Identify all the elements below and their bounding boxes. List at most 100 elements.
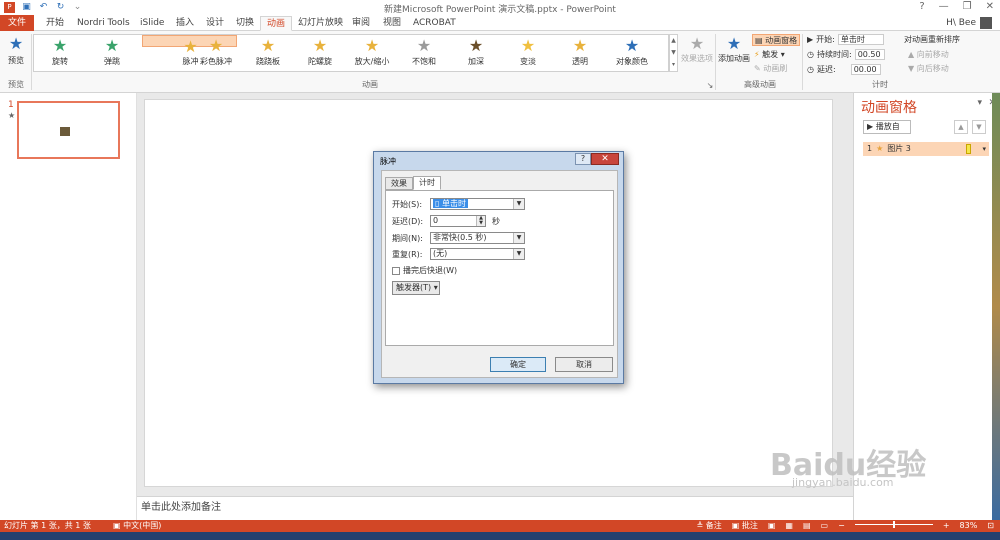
start-row: ▶ 开始: 单击时 [807, 34, 884, 45]
slideshow-view-icon[interactable]: ▭ [821, 520, 829, 532]
add-animation-button[interactable]: ★ 添加动画 [718, 35, 750, 64]
tab-animations[interactable]: 动画 [260, 16, 293, 31]
avatar [980, 17, 992, 29]
move-later-button[interactable]: ▼ 向后移动 [906, 63, 951, 75]
move-later-label: 向后移动 [916, 64, 949, 73]
language-label: 中文(中国) [123, 521, 162, 530]
slide-thumbnail[interactable] [17, 101, 120, 159]
gallery-item[interactable]: ★ 放大/缩小 [350, 35, 394, 71]
tab-nordri-tools[interactable]: Nordri Tools [71, 16, 136, 31]
tab-transitions[interactable]: 切换 [230, 16, 260, 31]
chevron-down-icon[interactable]: ▾ [982, 142, 986, 156]
effect-options-button[interactable]: ★ 效果选项 [681, 35, 713, 64]
gallery-item[interactable]: ★ 弹跳 [90, 35, 134, 71]
status-bar: 幻灯片 第 1 张，共 1 张 ▣ 中文(中国) ≜ 备注 ▣ 批注 ▣ ▦ ▤… [0, 520, 1000, 532]
cancel-button[interactable]: 取消 [555, 357, 613, 372]
gallery-item[interactable]: ★ 旋转 [38, 35, 82, 71]
duration-input[interactable]: 00.50 [854, 49, 885, 60]
tab-file[interactable]: 文件 [0, 15, 34, 31]
repeat-field-select[interactable]: (无) ▼ [430, 248, 525, 260]
notes-toggle-label: 备注 [705, 521, 722, 530]
gallery-item[interactable]: ★ 对象颜色 [610, 35, 654, 71]
animation-star-icon: ★ [260, 36, 276, 55]
dialog-help-button[interactable]: ? [575, 153, 591, 165]
zoom-out-icon[interactable]: − [838, 520, 845, 532]
gallery-scroll[interactable]: ▲ ▼ ▾ [669, 34, 678, 72]
gallery-item[interactable]: ★ 陀螺旋 [298, 35, 342, 71]
animation-painter-button[interactable]: ✎ 动画刷 [752, 63, 789, 75]
zoom-level[interactable]: 83% [960, 520, 978, 532]
chevron-down-icon[interactable]: ▼ [513, 199, 524, 209]
tab-review[interactable]: 审阅 [346, 16, 376, 31]
move-up-arrow-icon[interactable]: ▲ [954, 120, 968, 134]
tab-home[interactable]: 开始 [40, 16, 70, 31]
tab-slideshow[interactable]: 幻灯片放映 [292, 16, 349, 31]
help-button[interactable]: ? [919, 1, 924, 12]
repeat-field-label: 重复(R): [392, 249, 423, 259]
comments-toggle[interactable]: ▣ 批注 [732, 520, 758, 532]
rewind-checkbox-row[interactable]: 播完后快退(W) [392, 265, 457, 276]
animation-pane-button[interactable]: ▤ 动画窗格 [752, 34, 801, 46]
tab-insert[interactable]: 插入 [170, 16, 200, 31]
tab-timing[interactable]: 计时 [413, 176, 441, 190]
tab-acrobat[interactable]: ACROBAT [407, 16, 462, 31]
normal-view-icon[interactable]: ▣ [768, 520, 776, 532]
start-select[interactable]: 单击时 [837, 34, 884, 45]
dialog-body: 效果 计时 开始(S): ▯ 单击时 ▼ 延迟(D): 0 ▲ ▼ 秒 期间(N)… [381, 170, 618, 378]
close-button[interactable]: ✕ [986, 1, 994, 12]
play-from-button[interactable]: ▶ 播放自 [863, 120, 911, 134]
window-title: 新建Microsoft PowerPoint 演示文稿.pptx - Power… [384, 5, 616, 15]
dialog-close-button[interactable]: ✕ [591, 153, 619, 165]
notes-pane[interactable]: 单击此处添加备注 [137, 496, 853, 520]
move-earlier-button[interactable]: ▲ 向前移动 [906, 49, 951, 61]
delay-input[interactable]: 00.00 [850, 64, 881, 75]
zoom-in-icon[interactable]: + [943, 520, 950, 532]
language-indicator[interactable]: ▣ 中文(中国) [113, 520, 161, 532]
comments-toggle-label: 批注 [741, 521, 758, 530]
gallery-item[interactable]: ★ 透明 [558, 35, 602, 71]
ok-button[interactable]: 确定 [490, 357, 546, 372]
triggers-button[interactable]: 触发器(T) ▾ [392, 281, 440, 295]
gallery-item-label: 变淡 [520, 57, 536, 66]
tab-islide[interactable]: iSlide [134, 16, 170, 31]
clock-icon: ◷ [807, 65, 814, 74]
duration-field-select[interactable]: 非常快(0.5 秒) ▼ [430, 232, 525, 244]
chevron-down-icon[interactable]: ▼ [513, 249, 524, 259]
animation-list-item[interactable]: 1 ★ 图片 3 ▾ [863, 142, 989, 156]
gallery-item[interactable]: ★ 变淡 [506, 35, 550, 71]
fit-to-window-icon[interactable]: ⊡ [987, 520, 994, 532]
pane-options-icon[interactable]: ▾ [977, 98, 982, 108]
rewind-checkbox[interactable] [392, 266, 400, 275]
duration-label: 持续时间: [816, 50, 852, 59]
user-account[interactable]: H\ Bee [946, 17, 992, 29]
preview-label: 预览 [8, 56, 24, 65]
animation-gallery: ★ 旋转 ★ 弹跳 ★ 脉冲 ★ 彩色脉冲 ★ 跷跷板 ★ 陀螺旋 ★ 放大/缩小 ★ 不饱和 ★ 加深 ★ 变淡 ★ 透… [33, 34, 669, 72]
slide-animation-star-icon: ★ [8, 111, 16, 120]
move-down-arrow-icon[interactable]: ▼ [972, 120, 986, 134]
chevron-down-icon[interactable]: ▼ [513, 233, 524, 243]
spinner-arrows-icon[interactable]: ▲ ▼ [476, 216, 485, 226]
restore-button[interactable]: ❐ [963, 1, 972, 12]
delay-field-spinner[interactable]: 0 ▲ ▼ [430, 215, 486, 227]
title-bar: P ▣ ↶ ↻ ⌄ 新建Microsoft PowerPoint 演示文稿.pp… [0, 0, 1000, 15]
gallery-item[interactable]: ★ 跷跷板 [246, 35, 290, 71]
start-field-select[interactable]: ▯ 单击时 ▼ [430, 198, 525, 210]
notes-toggle[interactable]: ≜ 备注 [697, 520, 722, 532]
gallery-item[interactable]: ★ 不饱和 [402, 35, 446, 71]
reading-view-icon[interactable]: ▤ [803, 520, 811, 532]
preview-button[interactable]: ★ 预览 [4, 35, 28, 66]
tab-effect[interactable]: 效果 [385, 177, 413, 190]
status-right: ≜ 备注 ▣ 批注 ▣ ▦ ▤ ▭ − + 83% ⊡ [697, 520, 994, 532]
zoom-slider[interactable] [854, 520, 933, 528]
tab-design[interactable]: 设计 [200, 16, 230, 31]
effect-options-icon: ★ [689, 34, 705, 53]
gallery-item[interactable]: ★ 加深 [454, 35, 498, 71]
minimize-button[interactable]: — [939, 1, 949, 12]
timing-bar [966, 144, 971, 154]
sorter-view-icon[interactable]: ▦ [785, 520, 793, 532]
trigger-button[interactable]: ⚡ 触发 ▾ [752, 49, 787, 61]
gallery-item[interactable]: ★ 彩色脉冲 [194, 35, 238, 71]
tab-view[interactable]: 视图 [377, 16, 407, 31]
dialog-launcher-icon[interactable]: ↘ [706, 81, 714, 90]
animation-star-icon: ★ [468, 36, 484, 55]
